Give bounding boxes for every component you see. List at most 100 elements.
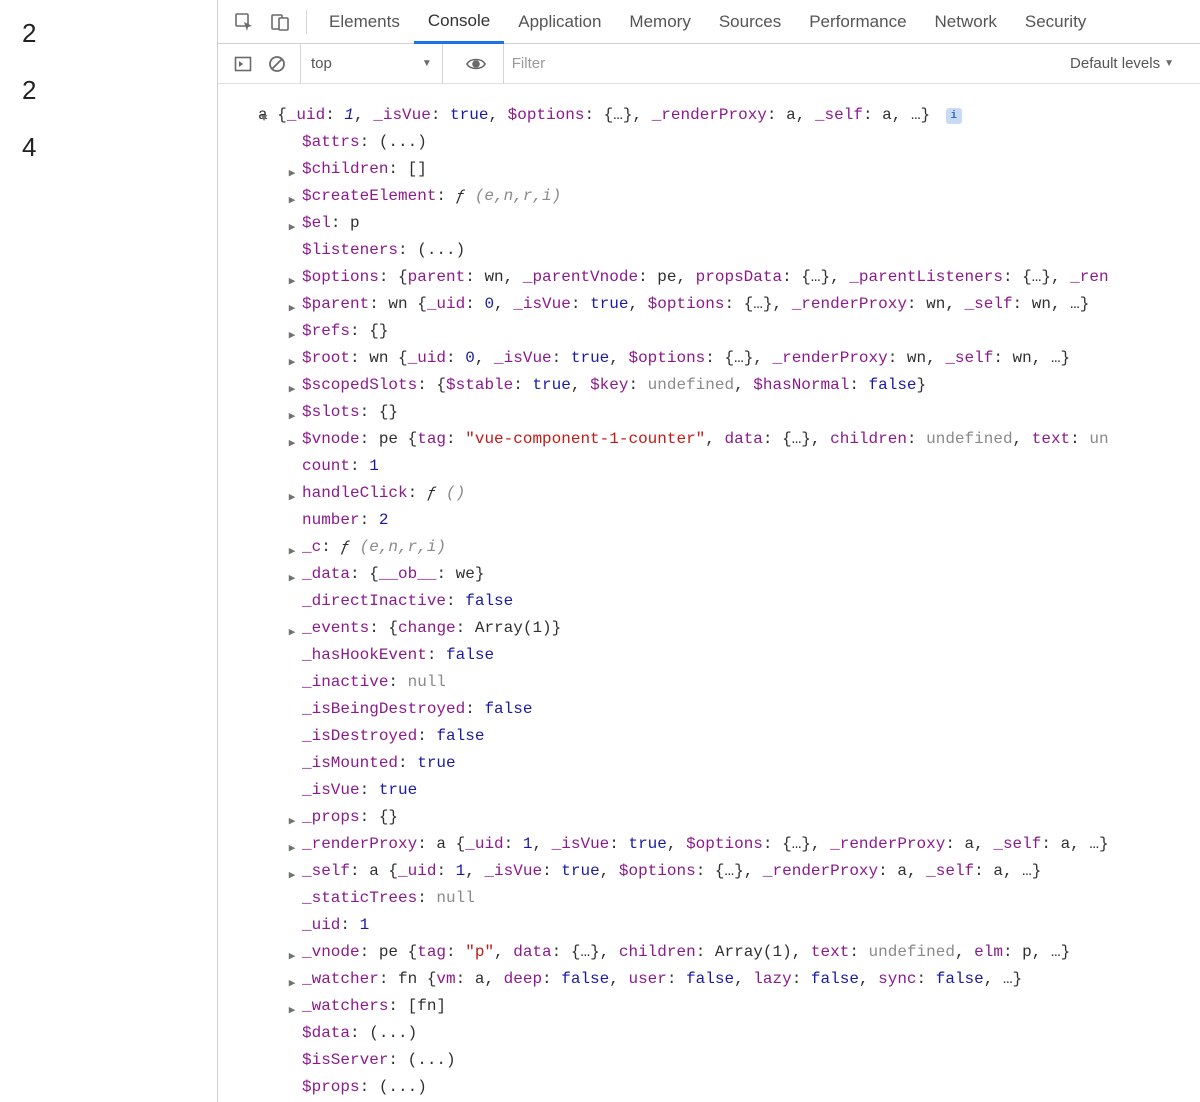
tab-elements[interactable]: Elements: [315, 0, 414, 44]
object-property[interactable]: _isDestroyed: false: [286, 723, 1200, 750]
property-name: _isVue: [302, 781, 360, 799]
object-property[interactable]: _directInactive: false: [286, 588, 1200, 615]
console-toolbar: top ▼ Default levels ▼: [218, 44, 1200, 84]
log-levels-label: Default levels: [1070, 55, 1160, 72]
property-name: $scopedSlots: [302, 376, 417, 394]
property-name: $data: [302, 1024, 350, 1042]
object-property[interactable]: count: 1: [286, 453, 1200, 480]
object-property[interactable]: ▶$refs: {}: [286, 318, 1200, 345]
object-property[interactable]: ▶_watchers: [fn]: [286, 993, 1200, 1020]
tab-network[interactable]: Network: [921, 0, 1011, 44]
property-name: $listeners: [302, 241, 398, 259]
tab-security[interactable]: Security: [1011, 0, 1100, 44]
property-name: _uid: [302, 916, 340, 934]
object-property[interactable]: ▶$options: {parent: wn, _parentVnode: pe…: [286, 264, 1200, 291]
object-property[interactable]: _staticTrees: null: [286, 885, 1200, 912]
property-name: $refs: [302, 322, 350, 340]
tab-application[interactable]: Application: [504, 0, 615, 44]
object-property[interactable]: ▶_props: {}: [286, 804, 1200, 831]
object-property[interactable]: ▶_c: ƒ (e,n,r,i): [286, 534, 1200, 561]
property-name: $vnode: [302, 430, 360, 448]
object-property[interactable]: $data: (...): [286, 1020, 1200, 1047]
object-property[interactable]: _hasHookEvent: false: [286, 642, 1200, 669]
object-property[interactable]: ▶$root: wn {_uid: 0, _isVue: true, $opti…: [286, 345, 1200, 372]
chevron-down-icon: ▼: [422, 58, 432, 69]
object-property[interactable]: _uid: 1: [286, 912, 1200, 939]
property-name: _isDestroyed: [302, 727, 417, 745]
device-toolbar-icon[interactable]: [268, 10, 292, 34]
object-property[interactable]: ▶_renderProxy: a {_uid: 1, _isVue: true,…: [286, 831, 1200, 858]
page-number[interactable]: 4: [22, 132, 217, 163]
devtools-panel: ElementsConsoleApplicationMemorySourcesP…: [217, 0, 1200, 1102]
object-root[interactable]: ▼ a {_uid: 1, _isVue: true, $options: {……: [258, 102, 1200, 129]
object-property[interactable]: $isServer: (...): [286, 1047, 1200, 1074]
property-name: _isMounted: [302, 754, 398, 772]
clear-console-icon[interactable]: [266, 53, 288, 75]
property-name: _watcher: [302, 970, 379, 988]
property-name: $options: [302, 268, 379, 286]
property-name: _data: [302, 565, 350, 583]
object-property[interactable]: ▶$el: p: [286, 210, 1200, 237]
property-name: _vnode: [302, 943, 360, 961]
object-property[interactable]: _isMounted: true: [286, 750, 1200, 777]
property-name: _inactive: [302, 673, 388, 691]
page-number[interactable]: 2: [22, 18, 217, 49]
tab-console[interactable]: Console: [414, 0, 504, 44]
filter-input[interactable]: [504, 51, 804, 76]
object-property[interactable]: ▶_vnode: pe {tag: "p", data: {…}, childr…: [286, 939, 1200, 966]
property-name: _watchers: [302, 997, 388, 1015]
property-name: $props: [302, 1078, 360, 1096]
object-property[interactable]: $attrs: (...): [286, 129, 1200, 156]
property-name: _props: [302, 808, 360, 826]
object-property[interactable]: _inactive: null: [286, 669, 1200, 696]
object-property[interactable]: ▶_data: {__ob__: we}: [286, 561, 1200, 588]
inspect-element-icon[interactable]: [232, 10, 256, 34]
info-badge-icon[interactable]: i: [946, 108, 962, 124]
property-name: _staticTrees: [302, 889, 417, 907]
object-property[interactable]: ▶handleClick: ƒ (): [286, 480, 1200, 507]
context-selector[interactable]: top ▼: [300, 44, 443, 84]
disclosure-triangle-icon[interactable]: ▼: [258, 106, 270, 133]
object-property[interactable]: ▶_events: {change: Array(1)}: [286, 615, 1200, 642]
page-content: 2 2 4: [0, 0, 217, 1102]
property-name: _isBeingDestroyed: [302, 700, 465, 718]
property-name: $parent: [302, 295, 369, 313]
tab-sources[interactable]: Sources: [705, 0, 795, 44]
object-property[interactable]: ▶$scopedSlots: {$stable: true, $key: und…: [286, 372, 1200, 399]
object-property[interactable]: _isVue: true: [286, 777, 1200, 804]
devtools-tabbar: ElementsConsoleApplicationMemorySourcesP…: [218, 0, 1200, 44]
property-name: _hasHookEvent: [302, 646, 427, 664]
property-name: number: [302, 511, 360, 529]
property-name: $attrs: [302, 133, 360, 151]
object-property[interactable]: number: 2: [286, 507, 1200, 534]
object-property[interactable]: ▶_self: a {_uid: 1, _isVue: true, $optio…: [286, 858, 1200, 885]
console-output[interactable]: ▼ a {_uid: 1, _isVue: true, $options: {……: [218, 84, 1200, 1102]
property-name: count: [302, 457, 350, 475]
property-name: _self: [302, 862, 350, 880]
property-name: $root: [302, 349, 350, 367]
property-name: $slots: [302, 403, 360, 421]
live-expression-icon[interactable]: [465, 53, 487, 75]
property-name: handleClick: [302, 484, 408, 502]
property-name: $isServer: [302, 1051, 388, 1069]
object-property[interactable]: ▶$vnode: pe {tag: "vue-component-1-count…: [286, 426, 1200, 453]
tab-memory[interactable]: Memory: [615, 0, 704, 44]
sidebar-toggle-icon[interactable]: [232, 53, 254, 75]
property-name: $el: [302, 214, 331, 232]
object-property[interactable]: _isBeingDestroyed: false: [286, 696, 1200, 723]
object-property[interactable]: ▶$parent: wn {_uid: 0, _isVue: true, $op…: [286, 291, 1200, 318]
object-property[interactable]: ▶$createElement: ƒ (e,n,r,i): [286, 183, 1200, 210]
object-property[interactable]: $listeners: (...): [286, 237, 1200, 264]
object-property[interactable]: ▶$children: []: [286, 156, 1200, 183]
context-selector-label: top: [311, 55, 332, 72]
object-property[interactable]: $props: (...): [286, 1074, 1200, 1101]
tab-performance[interactable]: Performance: [795, 0, 920, 44]
log-levels-selector[interactable]: Default levels ▼: [1070, 55, 1174, 72]
object-property[interactable]: ▶$slots: {}: [286, 399, 1200, 426]
property-name: $createElement: [302, 187, 436, 205]
property-name: _renderProxy: [302, 835, 417, 853]
page-number[interactable]: 2: [22, 75, 217, 106]
object-property[interactable]: ▶_watcher: fn {vm: a, deep: false, user:…: [286, 966, 1200, 993]
property-name: _directInactive: [302, 592, 446, 610]
property-name: $children: [302, 160, 388, 178]
